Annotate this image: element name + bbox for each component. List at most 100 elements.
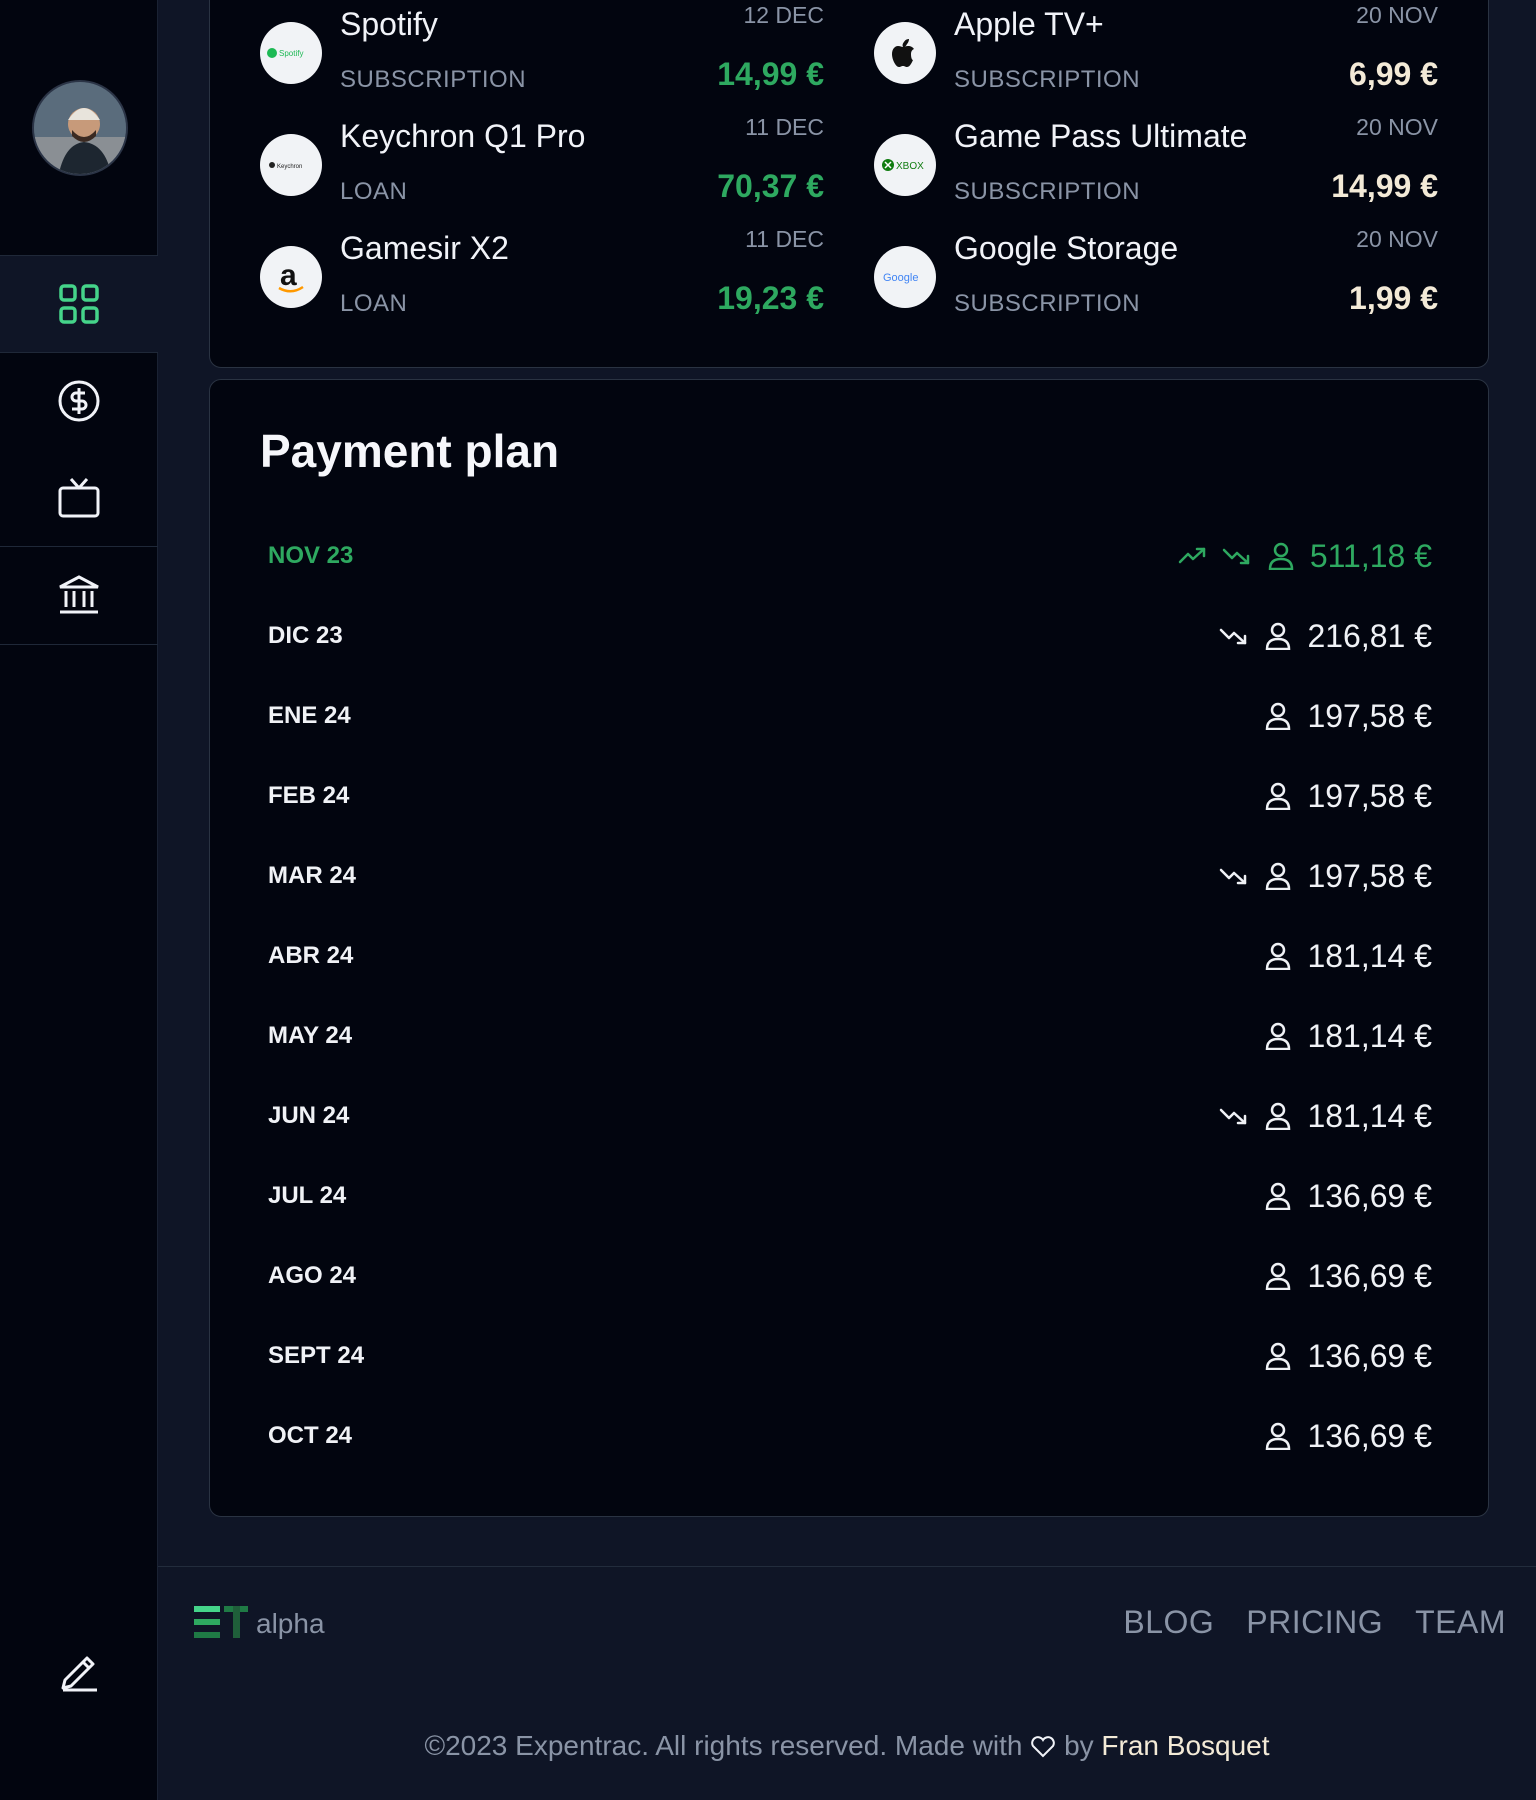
user-icon <box>1263 1021 1293 1051</box>
avatar-image <box>34 82 126 174</box>
transaction-type: SUBSCRIPTION <box>954 290 1141 317</box>
payment-plan-row[interactable]: OCT 24 136,69 € <box>260 1396 1440 1476</box>
transaction-amount: 14,99 € <box>717 56 824 92</box>
user-icon <box>1263 1101 1293 1131</box>
apple-logo-icon <box>874 22 936 84</box>
transaction-amount: 6,99 € <box>1349 56 1438 92</box>
payment-plan-row[interactable]: JUN 24 181,14 € <box>260 1076 1440 1156</box>
plan-amount: 136,69 € <box>1307 1417 1432 1454</box>
payment-plan-row[interactable]: DIC 23 216,81 € <box>260 596 1440 676</box>
footer-link-team[interactable]: TEAM <box>1415 1604 1506 1641</box>
payment-plan-row[interactable]: AGO 24 136,69 € <box>260 1236 1440 1316</box>
keychron-logo-icon: Keychron <box>260 134 322 196</box>
transaction-item[interactable]: a Gamesir X2 LOAN 11 DEC 19,23 € <box>260 226 824 342</box>
transaction-amount: 1,99 € <box>1349 280 1438 316</box>
brand-logo[interactable]: alpha <box>194 1604 325 1640</box>
plan-value-group: 511,18 € <box>1178 538 1440 575</box>
transaction-item[interactable]: Spotify Spotify SUBSCRIPTION 12 DEC 14,9… <box>260 2 824 118</box>
nav-divider <box>0 644 158 645</box>
amazon-logo-icon: a <box>260 246 322 308</box>
payment-plan-row[interactable]: SEPT 24 136,69 € <box>260 1316 1440 1396</box>
transaction-amount: 70,37 € <box>717 168 824 204</box>
transaction-item[interactable]: XBOX Game Pass Ultimate SUBSCRIPTION 20 … <box>874 114 1438 230</box>
edit-button[interactable] <box>55 1648 103 1696</box>
plan-amount: 197,58 € <box>1307 697 1432 734</box>
payment-plan-row[interactable]: NOV 23 511,18 € <box>260 516 1440 596</box>
plan-month: JUL 24 <box>268 1182 347 1209</box>
transaction-name: Gamesir X2 <box>340 230 509 266</box>
plan-value-group: 197,58 € <box>1219 858 1440 895</box>
copyright-text: ©2023 Expentrac. All rights reserved. Ma… <box>158 1730 1536 1762</box>
footer-divider <box>158 1566 1536 1567</box>
avatar[interactable] <box>32 80 128 176</box>
transaction-name: Apple TV+ <box>954 6 1104 42</box>
plan-amount: 197,58 € <box>1307 857 1432 894</box>
plan-value-group: 197,58 € <box>1263 698 1440 735</box>
payment-plan-row[interactable]: ABR 24 181,14 € <box>260 916 1440 996</box>
tv-icon <box>58 478 100 518</box>
dashboard-grid-icon <box>59 284 99 324</box>
footer-link-pricing[interactable]: PRICING <box>1246 1604 1383 1641</box>
brand-suffix: alpha <box>256 1608 325 1639</box>
expentrac-logo-icon <box>194 1606 248 1638</box>
nav-item-dashboard[interactable] <box>0 256 158 352</box>
nav-item-money[interactable] <box>0 353 158 449</box>
sidebar <box>0 0 158 1800</box>
user-icon <box>1263 781 1293 811</box>
user-icon <box>1263 941 1293 971</box>
plan-value-group: 136,69 € <box>1263 1258 1440 1295</box>
plan-value-group: 197,58 € <box>1263 778 1440 815</box>
user-icon <box>1263 701 1293 731</box>
transaction-name: Google Storage <box>954 230 1179 266</box>
transaction-item[interactable]: Apple TV+ SUBSCRIPTION 20 NOV 6,99 € <box>874 2 1438 118</box>
svg-text:XBOX: XBOX <box>896 161 924 172</box>
trend-down-icon <box>1219 1101 1249 1131</box>
payment-plan-row[interactable]: FEB 24 197,58 € <box>260 756 1440 836</box>
payment-plan-row[interactable]: MAY 24 181,14 € <box>260 996 1440 1076</box>
transaction-date: 11 DEC <box>745 114 824 140</box>
payment-plan-title: Payment plan <box>260 425 560 477</box>
plan-month: ABR 24 <box>268 942 354 969</box>
trend-down-icon <box>1219 861 1249 891</box>
transaction-date: 20 NOV <box>1356 114 1438 140</box>
user-icon <box>1263 1341 1293 1371</box>
plan-month: OCT 24 <box>268 1422 353 1449</box>
transaction-date: 12 DEC <box>743 2 824 28</box>
plan-month: ENE 24 <box>268 702 351 729</box>
plan-value-group: 136,69 € <box>1263 1178 1440 1215</box>
user-icon <box>1263 1181 1293 1211</box>
heart-icon <box>1031 1736 1056 1758</box>
svg-text:a: a <box>280 259 297 292</box>
trend-down-icon <box>1219 621 1249 651</box>
plan-value-group: 181,14 € <box>1219 1098 1440 1135</box>
plan-amount: 181,14 € <box>1307 1097 1432 1134</box>
google-logo-icon: Google <box>874 246 936 308</box>
footer-link-blog[interactable]: BLOG <box>1123 1604 1214 1641</box>
plan-value-group: 181,14 € <box>1263 1018 1440 1055</box>
payment-plan-row[interactable]: JUL 24 136,69 € <box>260 1156 1440 1236</box>
transaction-item[interactable]: Google Google Storage SUBSCRIPTION 20 NO… <box>874 226 1438 342</box>
payment-plan-row[interactable]: MAR 24 197,58 € <box>260 836 1440 916</box>
nav-item-subscriptions[interactable] <box>0 450 158 546</box>
footer-nav: BLOG PRICING TEAM <box>1123 1604 1506 1641</box>
main-content: Spotify Spotify SUBSCRIPTION 12 DEC 14,9… <box>158 0 1536 1800</box>
plan-amount: 216,81 € <box>1307 617 1432 654</box>
transaction-date: 11 DEC <box>745 226 824 252</box>
pencil-icon <box>61 1656 97 1692</box>
plan-month: NOV 23 <box>268 542 354 569</box>
plan-amount: 181,14 € <box>1307 937 1432 974</box>
plan-amount: 511,18 € <box>1309 537 1432 574</box>
user-icon <box>1266 541 1296 571</box>
plan-value-group: 216,81 € <box>1219 618 1440 655</box>
bank-icon <box>59 575 99 614</box>
author-link[interactable]: Fran Bosquet <box>1101 1730 1269 1761</box>
upcoming-payments-card: Spotify Spotify SUBSCRIPTION 12 DEC 14,9… <box>209 0 1489 368</box>
transaction-type: LOAN <box>340 178 408 205</box>
plan-month: DIC 23 <box>268 622 343 649</box>
plan-amount: 197,58 € <box>1307 777 1432 814</box>
user-icon <box>1263 1261 1293 1291</box>
transaction-item[interactable]: Keychron Keychron Q1 Pro LOAN 11 DEC 70,… <box>260 114 824 230</box>
payment-plan-row[interactable]: ENE 24 197,58 € <box>260 676 1440 756</box>
nav-item-bank[interactable] <box>0 547 158 643</box>
plan-amount: 181,14 € <box>1307 1017 1432 1054</box>
